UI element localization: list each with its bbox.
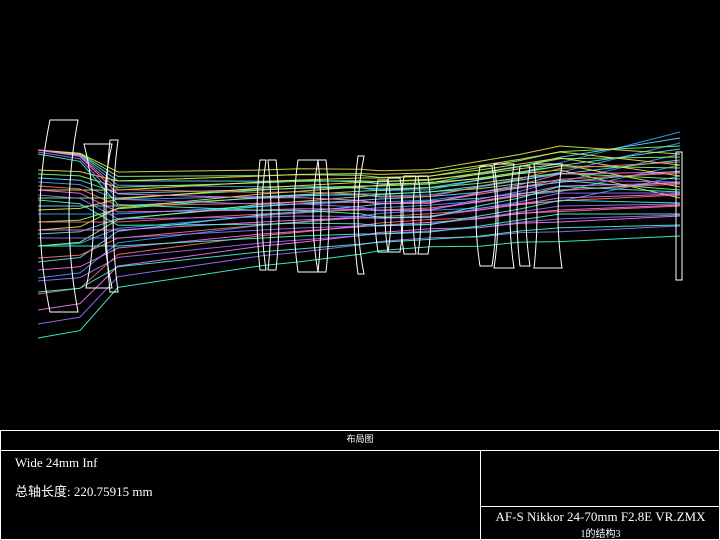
ray — [37, 235, 681, 339]
axis-length-value: 220.75915 mm — [73, 484, 153, 499]
ray — [37, 205, 681, 295]
panel-title: 布局图 — [1, 431, 719, 451]
ray — [37, 215, 681, 311]
axis-length-label: 总轴长度: — [15, 484, 71, 499]
lens-element — [516, 165, 531, 267]
ray — [37, 137, 681, 185]
info-left-cell: Wide 24mm Inf 总轴长度: 220.75915 mm — [1, 451, 479, 539]
info-panel: 布局图 Wide 24mm Inf 总轴长度: 220.75915 mm AF-… — [0, 430, 720, 540]
divider — [481, 506, 720, 507]
config-name: Wide 24mm Inf — [15, 455, 98, 470]
configuration-index: 1的结构3 — [580, 529, 621, 540]
lens-layout-diagram — [37, 119, 683, 339]
axis-length: 总轴长度: 220.75915 mm — [15, 481, 153, 500]
lens-element — [39, 119, 79, 313]
file-name: AF-S Nikkor 24-70mm F2.8E VR.ZMX — [495, 509, 706, 524]
info-right-cell: AF-S Nikkor 24-70mm F2.8E VR.ZMX 1的结构3 — [480, 451, 720, 540]
